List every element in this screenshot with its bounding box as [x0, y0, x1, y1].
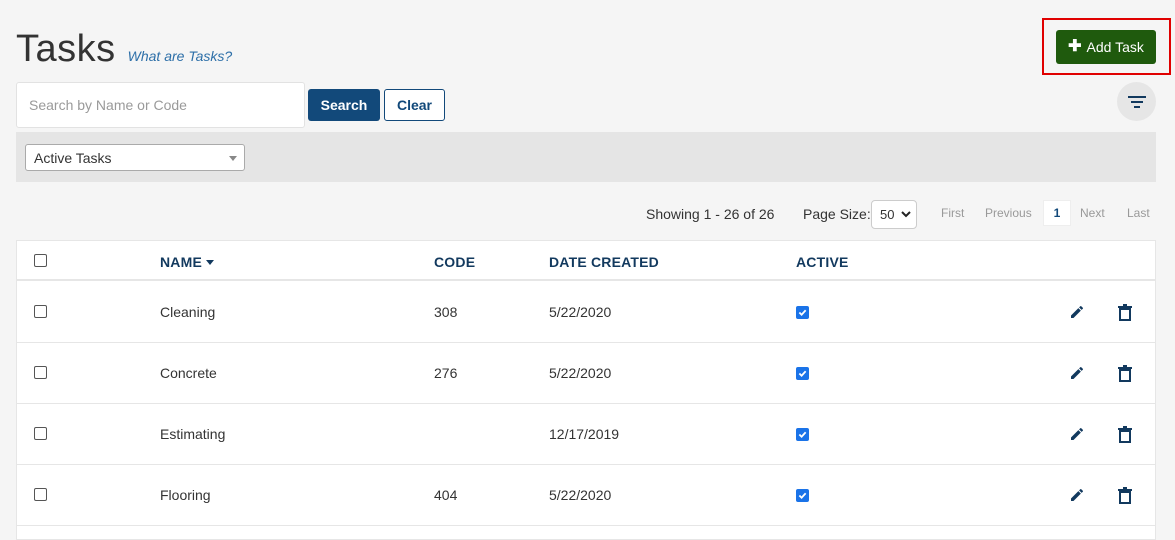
column-header-date-created[interactable]: DATE CREATED [549, 254, 659, 270]
pager-first[interactable]: First [941, 206, 964, 220]
row-name: Cleaning [160, 304, 216, 320]
row-select-checkbox[interactable] [34, 427, 47, 440]
row-code: 404 [434, 487, 458, 503]
status-filter-select[interactable]: Active Tasks [25, 144, 245, 171]
column-header-active[interactable]: ACTIVE [796, 254, 849, 270]
row-date-created: 5/22/2020 [549, 487, 612, 503]
search-input[interactable] [16, 82, 305, 128]
row-code: 308 [434, 304, 458, 320]
showing-count: Showing 1 - 26 of 26 [646, 206, 775, 222]
row-name: Estimating [160, 426, 226, 442]
sort-desc-icon [206, 260, 215, 265]
trash-icon [1118, 303, 1132, 321]
check-icon [798, 431, 807, 439]
row-select-checkbox[interactable] [34, 488, 47, 501]
edit-button[interactable] [1067, 363, 1087, 383]
clear-button[interactable]: Clear [384, 89, 445, 121]
column-header-name-label: NAME [160, 254, 203, 270]
table-row: Estimating 12/17/2019 [17, 404, 1155, 465]
row-select-checkbox[interactable] [34, 305, 47, 318]
table-row: Cleaning 308 5/22/2020 [17, 282, 1155, 343]
delete-button[interactable] [1115, 424, 1135, 444]
tasks-table: NAME CODE DATE CREATED ACTIVE Cleaning 3… [16, 240, 1156, 540]
page-size-label: Page Size: [803, 206, 871, 222]
pencil-icon [1071, 305, 1084, 318]
row-active-checkbox[interactable] [796, 306, 809, 319]
row-date-created: 12/17/2019 [549, 426, 620, 442]
pager-last[interactable]: Last [1127, 206, 1150, 220]
check-icon [798, 309, 807, 317]
caret-down-icon [229, 156, 237, 161]
column-header-code[interactable]: CODE [434, 254, 475, 270]
row-active-checkbox[interactable] [796, 489, 809, 502]
search-button[interactable]: Search [308, 89, 380, 121]
trash-icon [1118, 486, 1132, 504]
status-filter-value: Active Tasks [34, 149, 112, 166]
row-date-created: 5/22/2020 [549, 304, 612, 320]
page-size-select[interactable]: 50 [871, 200, 917, 229]
row-name: Concrete [160, 365, 217, 381]
trash-icon [1118, 364, 1132, 382]
table-row: Concrete 276 5/22/2020 [17, 343, 1155, 404]
pencil-icon [1071, 427, 1084, 440]
chevron-down-icon [901, 211, 911, 218]
help-link[interactable]: What are Tasks? [128, 48, 233, 64]
edit-button[interactable] [1067, 302, 1087, 322]
edit-button[interactable] [1067, 424, 1087, 444]
select-all-checkbox[interactable] [34, 254, 47, 267]
pager-next[interactable]: Next [1080, 206, 1105, 220]
column-header-name[interactable]: NAME [160, 254, 215, 270]
filter-toggle-button[interactable] [1117, 82, 1156, 121]
row-select-checkbox[interactable] [34, 366, 47, 379]
delete-button[interactable] [1115, 485, 1135, 505]
page-title: Tasks [16, 28, 116, 70]
filter-icon [1127, 95, 1146, 108]
add-task-button[interactable]: ✚ Add Task [1056, 30, 1156, 64]
check-icon [798, 492, 807, 500]
trash-icon [1118, 425, 1132, 443]
title-row: Tasks What are Tasks? [16, 28, 232, 71]
pager-current[interactable]: 1 [1043, 200, 1071, 226]
pencil-icon [1071, 488, 1084, 501]
filter-bar: Active Tasks [16, 132, 1156, 182]
table-row: Flooring 404 5/22/2020 [17, 465, 1155, 526]
table-header: NAME CODE DATE CREATED ACTIVE [17, 241, 1155, 281]
row-active-checkbox[interactable] [796, 428, 809, 441]
add-task-label: Add Task [1086, 39, 1144, 55]
plus-icon: ✚ [1068, 38, 1082, 55]
delete-button[interactable] [1115, 302, 1135, 322]
row-date-created: 5/22/2020 [549, 365, 612, 381]
row-name: Flooring [160, 487, 211, 503]
delete-button[interactable] [1115, 363, 1135, 383]
row-code: 276 [434, 365, 458, 381]
edit-button[interactable] [1067, 485, 1087, 505]
pencil-icon [1071, 366, 1084, 379]
pager-previous[interactable]: Previous [985, 206, 1032, 220]
row-active-checkbox[interactable] [796, 367, 809, 380]
check-icon [798, 370, 807, 378]
page-size-value: 50 [880, 207, 895, 222]
